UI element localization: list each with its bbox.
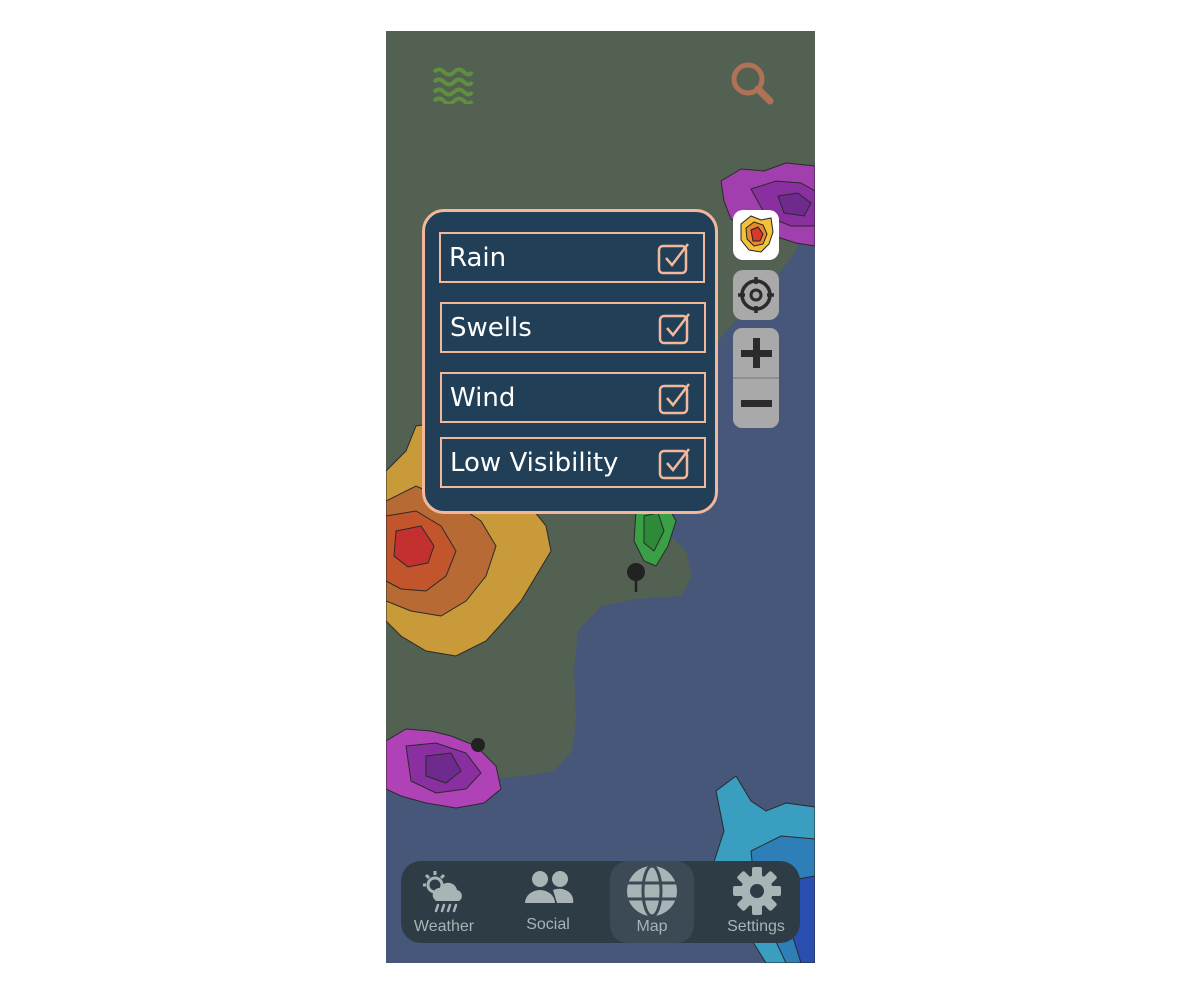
globe-icon	[627, 865, 677, 917]
layer-toggle-swells[interactable]: Swells	[440, 302, 706, 353]
map-pin	[471, 738, 485, 752]
tab-label: Weather	[413, 918, 475, 935]
tab-label: Map	[636, 918, 668, 935]
tab-label: Social	[526, 916, 570, 933]
crosshair-icon	[738, 277, 774, 313]
tab-label: Settings	[727, 918, 785, 935]
tab-social[interactable]: Social	[505, 861, 591, 943]
zoom-out-button[interactable]	[733, 378, 779, 428]
tab-weather[interactable]: Weather	[401, 861, 487, 943]
layer-toggle-rain[interactable]: Rain	[439, 232, 705, 283]
zoom-in-button[interactable]	[733, 328, 779, 378]
layer-label: Swells	[450, 313, 532, 343]
gear-icon	[733, 867, 781, 915]
checkbox-checked-icon[interactable]	[658, 381, 692, 415]
waves-icon[interactable]	[432, 66, 474, 104]
minus-icon	[741, 400, 772, 407]
checkbox-checked-icon[interactable]	[658, 446, 692, 480]
tab-map[interactable]: Map	[609, 861, 695, 943]
zoom-control	[733, 328, 779, 428]
checkbox-checked-icon[interactable]	[657, 241, 691, 275]
checkbox-checked-icon[interactable]	[658, 311, 692, 345]
weather-icon	[423, 871, 462, 913]
search-icon[interactable]	[730, 61, 774, 105]
tab-settings[interactable]: Settings	[713, 861, 799, 943]
layer-label: Wind	[450, 383, 516, 413]
people-icon	[525, 871, 574, 903]
layer-toggle-low-visibility[interactable]: Low Visibility	[440, 437, 706, 488]
tab-bar: Weather Social Map Settings	[401, 861, 800, 943]
layers-legend-button[interactable]	[733, 210, 779, 260]
layer-toggle-wind[interactable]: Wind	[440, 372, 706, 423]
locate-button[interactable]	[733, 270, 779, 320]
weather-legend-icon	[740, 215, 774, 253]
layer-label: Low Visibility	[450, 448, 619, 478]
layer-label: Rain	[449, 243, 507, 273]
phone-screen: Rain Swells Wind Low Visibility Weather …	[386, 31, 815, 963]
layers-panel: Rain Swells Wind Low Visibility	[422, 209, 718, 514]
